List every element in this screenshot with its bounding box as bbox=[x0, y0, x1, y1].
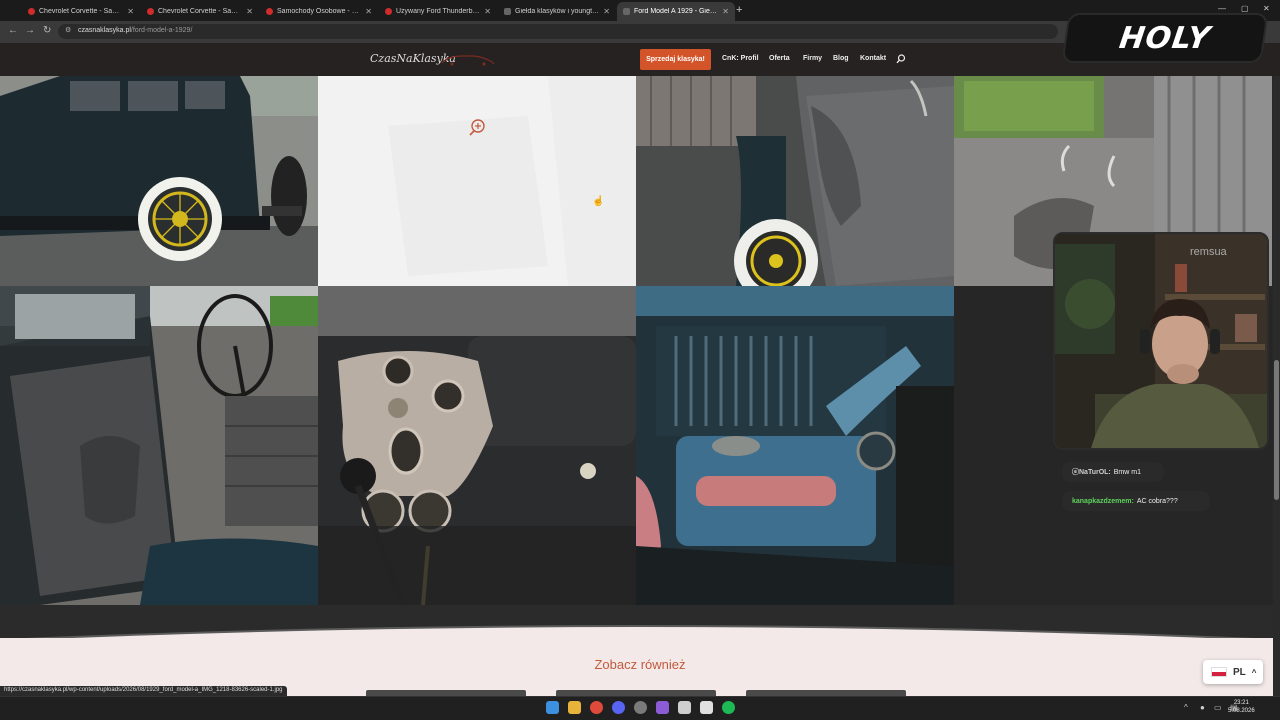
nav-contact[interactable]: Kontakt bbox=[860, 55, 886, 62]
browser-tab[interactable]: Używany Ford Thunderbird 19...✕ bbox=[379, 2, 497, 21]
mouse-cursor-icon: ☝ bbox=[592, 196, 605, 207]
close-window-icon[interactable]: ✕ bbox=[1263, 4, 1270, 13]
browser-tab-active[interactable]: Ford Model A 1929 - Giełda C...✕ bbox=[617, 2, 735, 21]
chat-message: ⓔNaTurOL: Bmw m1 bbox=[1062, 462, 1164, 482]
close-tab-icon[interactable]: ✕ bbox=[603, 7, 610, 16]
scrollbar-thumb[interactable] bbox=[1274, 360, 1279, 500]
gallery-photo-hover[interactable] bbox=[318, 76, 636, 286]
nav-offer[interactable]: Oferta bbox=[769, 55, 790, 62]
browser-tab[interactable]: Chevrolet Corvette - Samochod...✕ bbox=[141, 2, 259, 21]
url-text: czasnaklasyka.pl/ford-model-a-1929/ bbox=[78, 27, 193, 34]
language-switcher[interactable]: PL ^ bbox=[1203, 660, 1263, 684]
app-icon[interactable] bbox=[678, 701, 691, 714]
close-tab-icon[interactable]: ✕ bbox=[246, 7, 253, 16]
minimize-icon[interactable]: — bbox=[1218, 4, 1226, 13]
site-favicon-icon bbox=[623, 8, 630, 15]
gallery-photo[interactable] bbox=[636, 76, 954, 286]
obs-icon[interactable] bbox=[634, 701, 647, 714]
gallery-photo[interactable] bbox=[0, 76, 318, 286]
app-icon[interactable] bbox=[656, 701, 669, 714]
poland-flag-icon bbox=[1211, 667, 1227, 677]
nav-profile[interactable]: CnK: Profil bbox=[722, 55, 759, 62]
url-field[interactable] bbox=[58, 24, 1058, 39]
sell-classic-button[interactable]: Sprzedaj klasyka! bbox=[640, 49, 711, 70]
maximize-icon[interactable]: ▢ bbox=[1241, 4, 1249, 13]
search-icon[interactable] bbox=[896, 54, 906, 64]
file-explorer-icon[interactable] bbox=[568, 701, 581, 714]
back-icon[interactable]: ← bbox=[8, 25, 18, 36]
forward-icon[interactable]: → bbox=[25, 25, 35, 36]
site-favicon-icon bbox=[385, 8, 392, 15]
site-favicon-icon bbox=[147, 8, 154, 15]
site-favicon-icon bbox=[504, 8, 511, 15]
chevron-up-icon: ^ bbox=[1251, 667, 1257, 677]
tray-expand-icon[interactable]: ^ bbox=[1184, 703, 1188, 712]
site-info-icon[interactable]: ⚙ bbox=[65, 26, 71, 34]
nav-companies[interactable]: Firmy bbox=[803, 55, 822, 62]
nav-blog[interactable]: Blog bbox=[833, 55, 849, 62]
site-favicon-icon bbox=[266, 8, 273, 15]
chat-message: kanapkazdzemem: AC cobra??? bbox=[1062, 491, 1210, 511]
close-tab-icon[interactable]: ✕ bbox=[484, 7, 491, 16]
stream-logo: HOLY bbox=[1061, 13, 1269, 63]
spotify-icon[interactable] bbox=[722, 701, 735, 714]
gallery-photo[interactable] bbox=[318, 286, 636, 605]
reload-icon[interactable]: ↻ bbox=[43, 25, 51, 36]
system-clock[interactable]: 23:21 5.08.2026 bbox=[1228, 699, 1255, 715]
microphone-icon[interactable]: ● bbox=[1200, 703, 1205, 712]
browser-tab[interactable]: Giełda klasyków i youngtimerów...✕ bbox=[498, 2, 616, 21]
gallery-photo[interactable] bbox=[636, 286, 954, 605]
webcam-overlay: remsua bbox=[1053, 232, 1269, 450]
close-tab-icon[interactable]: ✕ bbox=[127, 7, 134, 16]
status-bar-url: https://czasnaklasyka.pl/wp-content/uplo… bbox=[0, 686, 287, 696]
close-tab-icon[interactable]: ✕ bbox=[365, 7, 372, 16]
new-tab-icon[interactable]: + bbox=[736, 4, 742, 16]
see-also-heading: Zobacz również bbox=[594, 657, 686, 672]
discord-icon[interactable] bbox=[612, 701, 625, 714]
webcam-sign-text: remsua bbox=[1190, 246, 1227, 258]
close-tab-icon[interactable]: ✕ bbox=[722, 7, 729, 16]
start-icon[interactable] bbox=[546, 701, 559, 714]
browser-tab[interactable]: Samochody Osobowe - Otomo...✕ bbox=[260, 2, 378, 21]
display-icon[interactable]: ▭ bbox=[1214, 703, 1222, 712]
site-favicon-icon bbox=[28, 8, 35, 15]
notepad-icon[interactable] bbox=[700, 701, 713, 714]
gallery-photo[interactable] bbox=[0, 286, 318, 605]
chrome-icon[interactable] bbox=[590, 701, 603, 714]
browser-tab[interactable]: Chevrolet Corvette - Samochod...✕ bbox=[22, 2, 140, 21]
logo-car-icon bbox=[441, 55, 495, 66]
